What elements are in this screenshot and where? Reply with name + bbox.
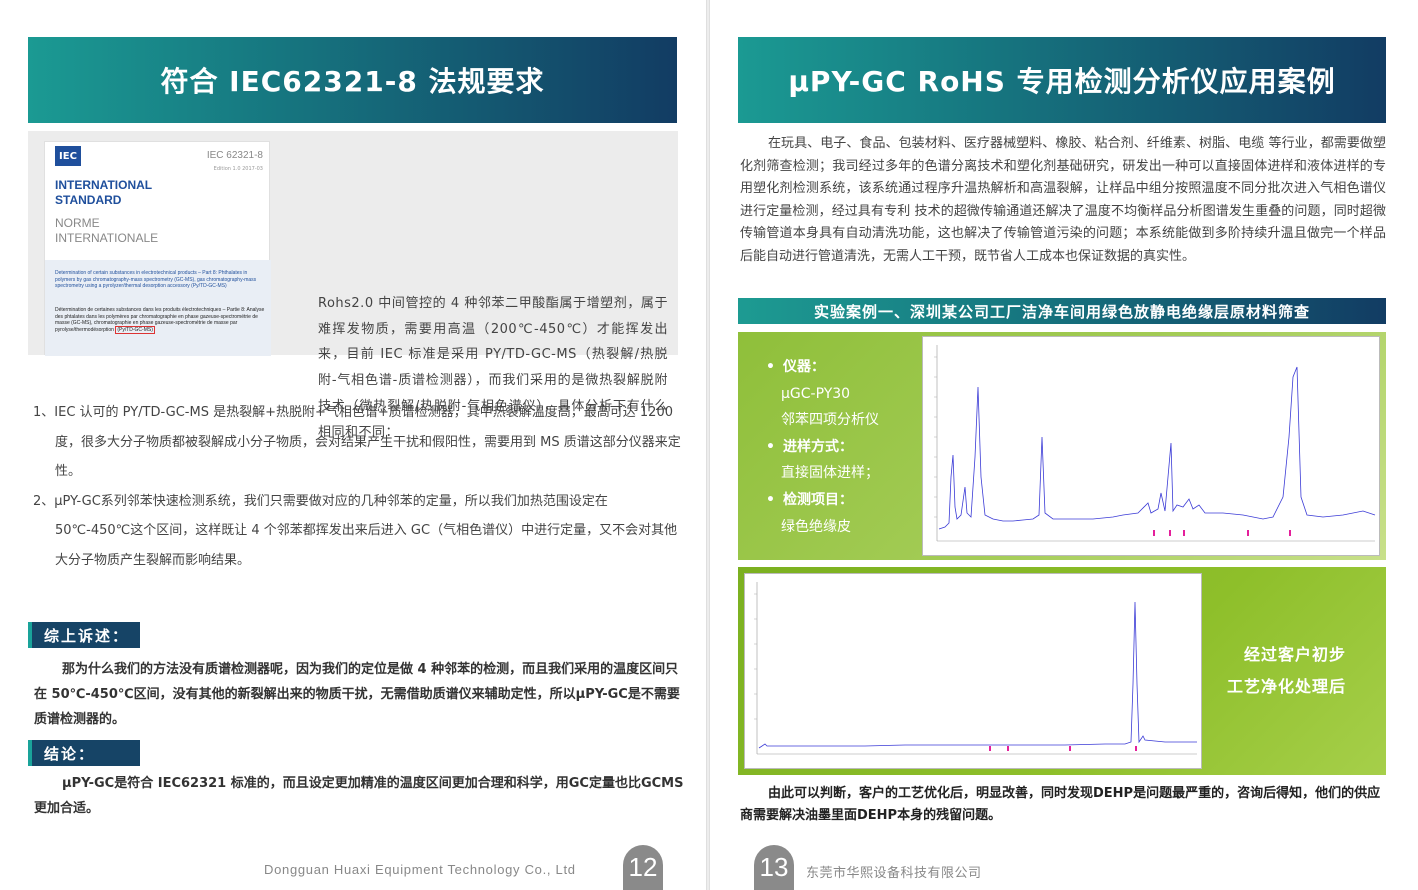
instrument-model: μGC-PY30 [781,385,851,402]
test-item-value: 绿色绝缘皮 [781,518,851,535]
footer-company-cn: 东莞市华熙设备科技有限公司 [806,866,982,881]
iec-title-line: NORME [55,216,100,230]
instrument-name: 邻苯四项分析仪 [781,412,879,429]
iec-description-fr: Détermination de certaines substances da… [55,307,270,334]
list-item: 1、IEC 认可的 PY/TD-GC-MS 是热裂解+热脱附+气相色谱+质谱检测… [33,405,681,479]
test-item-label: 检测项目： [766,487,879,514]
conclusion-text: μPY-GC是符合 IEC62321 标准的，而且设定更加精准的温度区间更加合理… [34,776,684,816]
page-number: 12 [623,845,663,890]
instrument-label: 仪器： [766,354,879,381]
chromatogram-before [922,336,1380,556]
after-treatment-caption: 经过客户初步 工艺净化处理后 [1226,639,1346,703]
page-12: 符合 IEC62321-8 法规要求 IEC IEC 62321-8 Editi… [0,0,706,890]
case-details: 仪器： μGC-PY30 邻苯四项分析仪 进样方式： 直接固体进样； 检测项目：… [766,354,879,540]
iec-standard-cover: IEC IEC 62321-8 Edition 1.0 2017-03 INTE… [44,141,271,356]
iec-highlight-box: (Py/TD-GC-MS) [115,325,155,334]
chromatogram-after [744,573,1202,769]
iec-description-en: Determination of certain substances in e… [55,270,257,289]
case-conclusion: 由此可以判断，客户的工艺优化后，明显改善，同时发现DEHP是问题最严重的，咨询后… [740,786,1381,823]
caption-line: 工艺净化处理后 [1226,677,1346,696]
iec-number: IEC 62321-8 [206,150,263,161]
summary-text: 那为什么我们的方法没有质谱检测器呢，因为我们的定位是做 4 种邻苯的检测，而且我… [34,662,680,727]
conclusion-tag: 结论： [28,740,140,766]
caption-line: 经过客户初步 [1243,645,1346,664]
chromatogram-before-plot [934,345,1376,542]
iec-title-line: STANDARD [55,193,122,207]
iec-standard-panel: IEC IEC 62321-8 Edition 1.0 2017-03 INTE… [28,131,678,440]
page-13: μPY-GC RoHS 专用检测分析仪应用案例 在玩具、电子、食品、包装材料、医… [710,0,1418,890]
injection-label: 进样方式： [766,434,879,461]
iec-fr-text: Détermination de certaines substances da… [55,307,265,333]
chromatogram-after-plot [754,582,1197,755]
page-title: μPY-GC RoHS 专用检测分析仪应用案例 [738,37,1386,123]
page-title: 符合 IEC62321-8 法规要求 [28,37,677,123]
case-title: 实验案例一、深圳某公司工厂洁净车间用绿色放静电绝缘层原材料筛查 [738,298,1386,324]
iec-edition: Edition 1.0 2017-03 [213,166,263,172]
comparison-list: 1、IEC 认可的 PY/TD-GC-MS 是热裂解+热脱附+气相色谱+质谱检测… [33,398,683,575]
iec-title-en: INTERNATIONAL STANDARD [55,178,152,208]
list-item: 2、μPY-GC系列邻苯快速检测系统，我们只需要做对应的几种邻苯的定量，所以我们… [33,493,678,568]
iec-title-line: INTERNATIONALE [55,231,159,245]
iec-title-line: INTERNATIONAL [55,178,153,192]
intro-paragraph: 在玩具、电子、食品、包装材料、医疗器械塑料、橡胶、粘合剂、纤维素、树脂、电缆 等… [740,136,1386,264]
iec-title-fr: NORME INTERNATIONALE [55,216,158,246]
iec-logo: IEC [55,146,81,166]
page-number: 13 [754,845,794,890]
summary-tag: 综上诉述： [28,622,140,648]
footer-company-en: Dongguan Huaxi Equipment Technology Co.,… [264,862,576,877]
case-panel-after: 经过客户初步 工艺净化处理后 [738,567,1386,775]
case-panel-before: 仪器： μGC-PY30 邻苯四项分析仪 进样方式： 直接固体进样； 检测项目：… [738,332,1386,560]
injection-value: 直接固体进样； [781,465,879,482]
